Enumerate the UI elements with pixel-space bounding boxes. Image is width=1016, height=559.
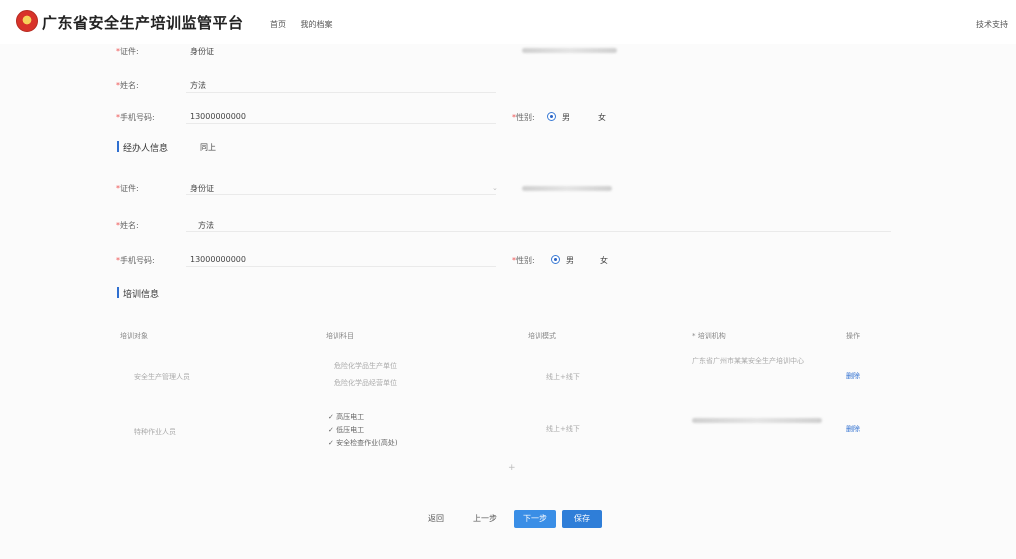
agent-phone-underline — [186, 252, 496, 267]
training-section-title: 培训信息 — [123, 290, 160, 300]
row2-target-select[interactable]: 特种作业人员 — [134, 427, 176, 437]
agent-gender-male-radio[interactable] — [551, 255, 560, 264]
applicant-name-underline — [186, 78, 496, 93]
agent-section-marker — [117, 141, 119, 152]
applicant-id-select[interactable]: 身份证 — [190, 46, 214, 57]
applicant-gender-male-label: 男 — [562, 113, 570, 122]
top-nav: 首页 我的档案 — [270, 19, 345, 30]
row1-delete-button[interactable]: 删除 — [846, 371, 860, 381]
row2-subject-2[interactable]: ✓ 低压电工 — [328, 425, 364, 435]
row2-subject-1[interactable]: ✓ 高压电工 — [328, 412, 364, 422]
applicant-gender-label: *性别: — [512, 113, 535, 122]
col-mode: 培训模式 — [528, 332, 556, 340]
row2-delete-button[interactable]: 删除 — [846, 424, 860, 434]
applicant-id-label: *证件: — [116, 47, 139, 56]
applicant-name-label: *姓名: — [116, 81, 139, 90]
row1-subject-1[interactable]: 危险化学品生产单位 — [334, 361, 397, 371]
row2-subject-3[interactable]: ✓ 安全检查作业(高处) — [328, 438, 398, 448]
app-title: 广东省安全生产培训监管平台 — [42, 14, 244, 32]
col-target: 培训对象 — [120, 332, 148, 340]
col-action: 操作 — [846, 332, 860, 340]
col-institution: * 培训机构 — [692, 332, 726, 340]
add-row-icon[interactable]: + — [508, 463, 516, 473]
agent-name-label: *姓名: — [116, 221, 139, 230]
agent-id-number-blurred — [522, 186, 612, 191]
nav-my-profile[interactable]: 我的档案 — [301, 20, 333, 29]
agent-same-as-checkbox[interactable]: 同上 — [200, 142, 216, 153]
col-subjects: 培训科目 — [326, 332, 354, 340]
applicant-gender-male-radio[interactable] — [547, 112, 556, 121]
agent-section-title: 经办人信息 — [123, 144, 169, 154]
row1-mode-select[interactable]: 线上+线下 — [546, 372, 580, 382]
applicant-id-number-blurred — [522, 48, 617, 53]
agent-id-underline — [186, 180, 496, 195]
agent-gender-label: *性别: — [512, 256, 535, 265]
row1-institution[interactable]: 广东省广州市某某安全生产培训中心 — [692, 356, 832, 366]
prev-step-button[interactable]: 上一步 — [466, 510, 504, 528]
row1-target-select[interactable]: 安全生产管理人员 — [134, 372, 190, 382]
applicant-phone-underline — [186, 109, 496, 124]
applicant-phone-label: *手机号码: — [116, 113, 155, 122]
agent-gender-male-label: 男 — [566, 256, 574, 265]
support-link[interactable]: 技术支持 — [976, 19, 1008, 30]
emblem-icon — [16, 10, 38, 32]
agent-phone-label: *手机号码: — [116, 256, 155, 265]
row2-institution-blurred[interactable] — [692, 418, 822, 423]
next-step-button[interactable]: 下一步 — [514, 510, 556, 528]
training-section-marker — [117, 287, 119, 298]
agent-id-label: *证件: — [116, 184, 139, 193]
back-button[interactable]: 返回 — [420, 510, 452, 528]
save-button[interactable]: 保存 — [562, 510, 602, 528]
row2-mode-select[interactable]: 线上+线下 — [546, 424, 580, 434]
row1-subject-2[interactable]: 危险化学品经营单位 — [334, 378, 397, 388]
chevron-down-icon[interactable]: ⌄ — [492, 184, 498, 192]
applicant-gender-female-label[interactable]: 女 — [598, 112, 606, 123]
nav-home[interactable]: 首页 — [270, 20, 286, 29]
top-header: 广东省安全生产培训监管平台 首页 我的档案 技术支持 — [0, 0, 1016, 44]
agent-gender-female-label[interactable]: 女 — [600, 255, 608, 266]
agent-name-underline — [186, 217, 891, 232]
